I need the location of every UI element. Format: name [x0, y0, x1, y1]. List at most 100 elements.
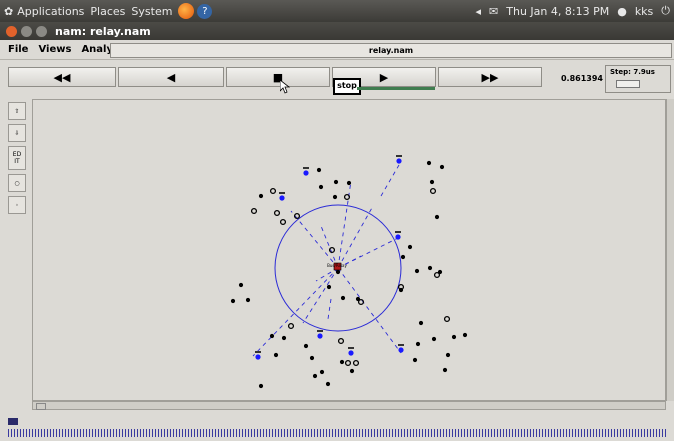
black-node	[325, 381, 331, 387]
black-node	[340, 295, 346, 301]
stop-button[interactable]: ■	[226, 67, 330, 87]
edit-button[interactable]: ED IT	[8, 146, 26, 170]
ring-node	[429, 187, 437, 195]
network-graph: Bus/Relay	[230, 155, 468, 389]
black-node	[258, 193, 264, 199]
transmission-link	[337, 267, 402, 354]
node-label-mark	[396, 155, 402, 157]
blue-node	[279, 195, 285, 201]
ring-node	[250, 207, 258, 215]
black-node	[245, 297, 251, 303]
black-node	[412, 357, 418, 363]
black-node	[332, 194, 338, 200]
ring-node	[287, 322, 295, 330]
time-display: 0.861394	[560, 73, 603, 83]
ring-node	[279, 218, 287, 226]
volume-icon[interactable]: ◂	[476, 5, 482, 18]
black-node	[445, 352, 451, 358]
ring-node	[337, 337, 345, 345]
black-node	[333, 179, 339, 185]
file-menu[interactable]: File	[8, 44, 28, 55]
black-node	[326, 284, 332, 290]
black-node	[434, 214, 440, 220]
transmission-link	[327, 298, 332, 320]
mail-icon[interactable]: ✉	[489, 5, 498, 18]
node-label-mark	[395, 231, 401, 233]
help-icon[interactable]: ?	[197, 3, 213, 19]
rewind-button[interactable]: ◀◀	[8, 67, 116, 87]
black-node	[415, 341, 421, 347]
rewind-icon: ◀◀	[53, 70, 71, 84]
vertical-scrollbar[interactable]	[666, 99, 674, 401]
time-ruler[interactable]	[8, 429, 668, 437]
animation-canvas[interactable]: Bus/Relay	[32, 99, 666, 401]
black-node	[429, 179, 435, 185]
blue-node	[396, 158, 402, 164]
fast-forward-button[interactable]: ▶▶	[438, 67, 542, 87]
firefox-icon[interactable]	[178, 3, 195, 19]
ring-node	[269, 187, 277, 195]
black-node	[312, 373, 318, 379]
step-slider[interactable]	[616, 80, 640, 88]
node-label-mark	[317, 330, 323, 332]
step-back-button[interactable]: ◀	[118, 67, 224, 87]
filename-display: relay.nam	[110, 43, 672, 58]
black-node	[339, 359, 345, 365]
tool-button-a[interactable]: ○	[8, 174, 26, 192]
playback-controls: ◀◀ ◀ ■ ▶ ▶▶ stop 0.861394 Step: 7.9us	[0, 62, 674, 96]
timeline-label-icon	[8, 418, 19, 425]
black-node	[427, 265, 433, 271]
ring-node	[433, 271, 441, 279]
black-node	[426, 160, 432, 166]
transmission-link	[302, 267, 339, 324]
play-indicator	[357, 87, 435, 90]
blue-node	[317, 333, 323, 339]
back-icon: ◀	[166, 70, 176, 84]
gnome-foot-icon[interactable]: ✿	[4, 5, 13, 18]
node-label-mark	[279, 192, 285, 194]
black-node	[400, 254, 406, 260]
zoom-out-icon[interactable]: ⇩	[8, 124, 26, 142]
tool-button-b[interactable]: ◦	[8, 196, 26, 214]
blue-node	[395, 234, 401, 240]
clock[interactable]: Thu Jan 4, 8:13 PM	[506, 5, 609, 18]
black-node	[269, 333, 275, 339]
black-node	[309, 355, 315, 361]
transmission-link	[320, 225, 339, 269]
power-icon[interactable]: ⏻	[661, 4, 670, 18]
black-node	[451, 334, 457, 340]
top-panel: ✿ Applications Places System ? ◂ ✉ Thu J…	[0, 0, 674, 22]
black-node	[462, 332, 468, 338]
scroll-thumb[interactable]	[36, 403, 46, 410]
maximize-icon[interactable]	[36, 25, 47, 37]
zoom-in-icon[interactable]: ⇧	[8, 102, 26, 120]
close-icon[interactable]	[6, 25, 17, 37]
black-node	[335, 269, 341, 275]
black-node	[346, 180, 352, 186]
blue-node	[303, 170, 309, 176]
user-name[interactable]: kks	[635, 5, 653, 18]
blue-node	[398, 347, 404, 353]
views-menu[interactable]: Views	[38, 44, 71, 55]
step-control: Step: 7.9us	[605, 65, 671, 93]
transmission-link	[252, 267, 339, 357]
black-node	[318, 184, 324, 190]
system-menu[interactable]: System	[131, 5, 172, 18]
places-menu[interactable]: Places	[90, 5, 125, 18]
timeline	[0, 414, 674, 441]
ring-node	[343, 193, 351, 201]
ring-node	[273, 209, 281, 217]
black-node	[316, 167, 322, 173]
black-node	[238, 282, 244, 288]
black-node	[319, 369, 325, 375]
blue-node	[255, 354, 261, 360]
black-node	[281, 335, 287, 341]
window-title: nam: relay.nam	[55, 24, 151, 38]
black-node	[349, 368, 355, 374]
forward-icon: ▶▶	[481, 70, 499, 84]
applications-menu[interactable]: Applications	[17, 5, 84, 18]
black-node	[407, 244, 413, 250]
minimize-icon[interactable]	[21, 25, 32, 37]
black-node	[439, 164, 445, 170]
horizontal-scrollbar[interactable]	[32, 401, 666, 410]
